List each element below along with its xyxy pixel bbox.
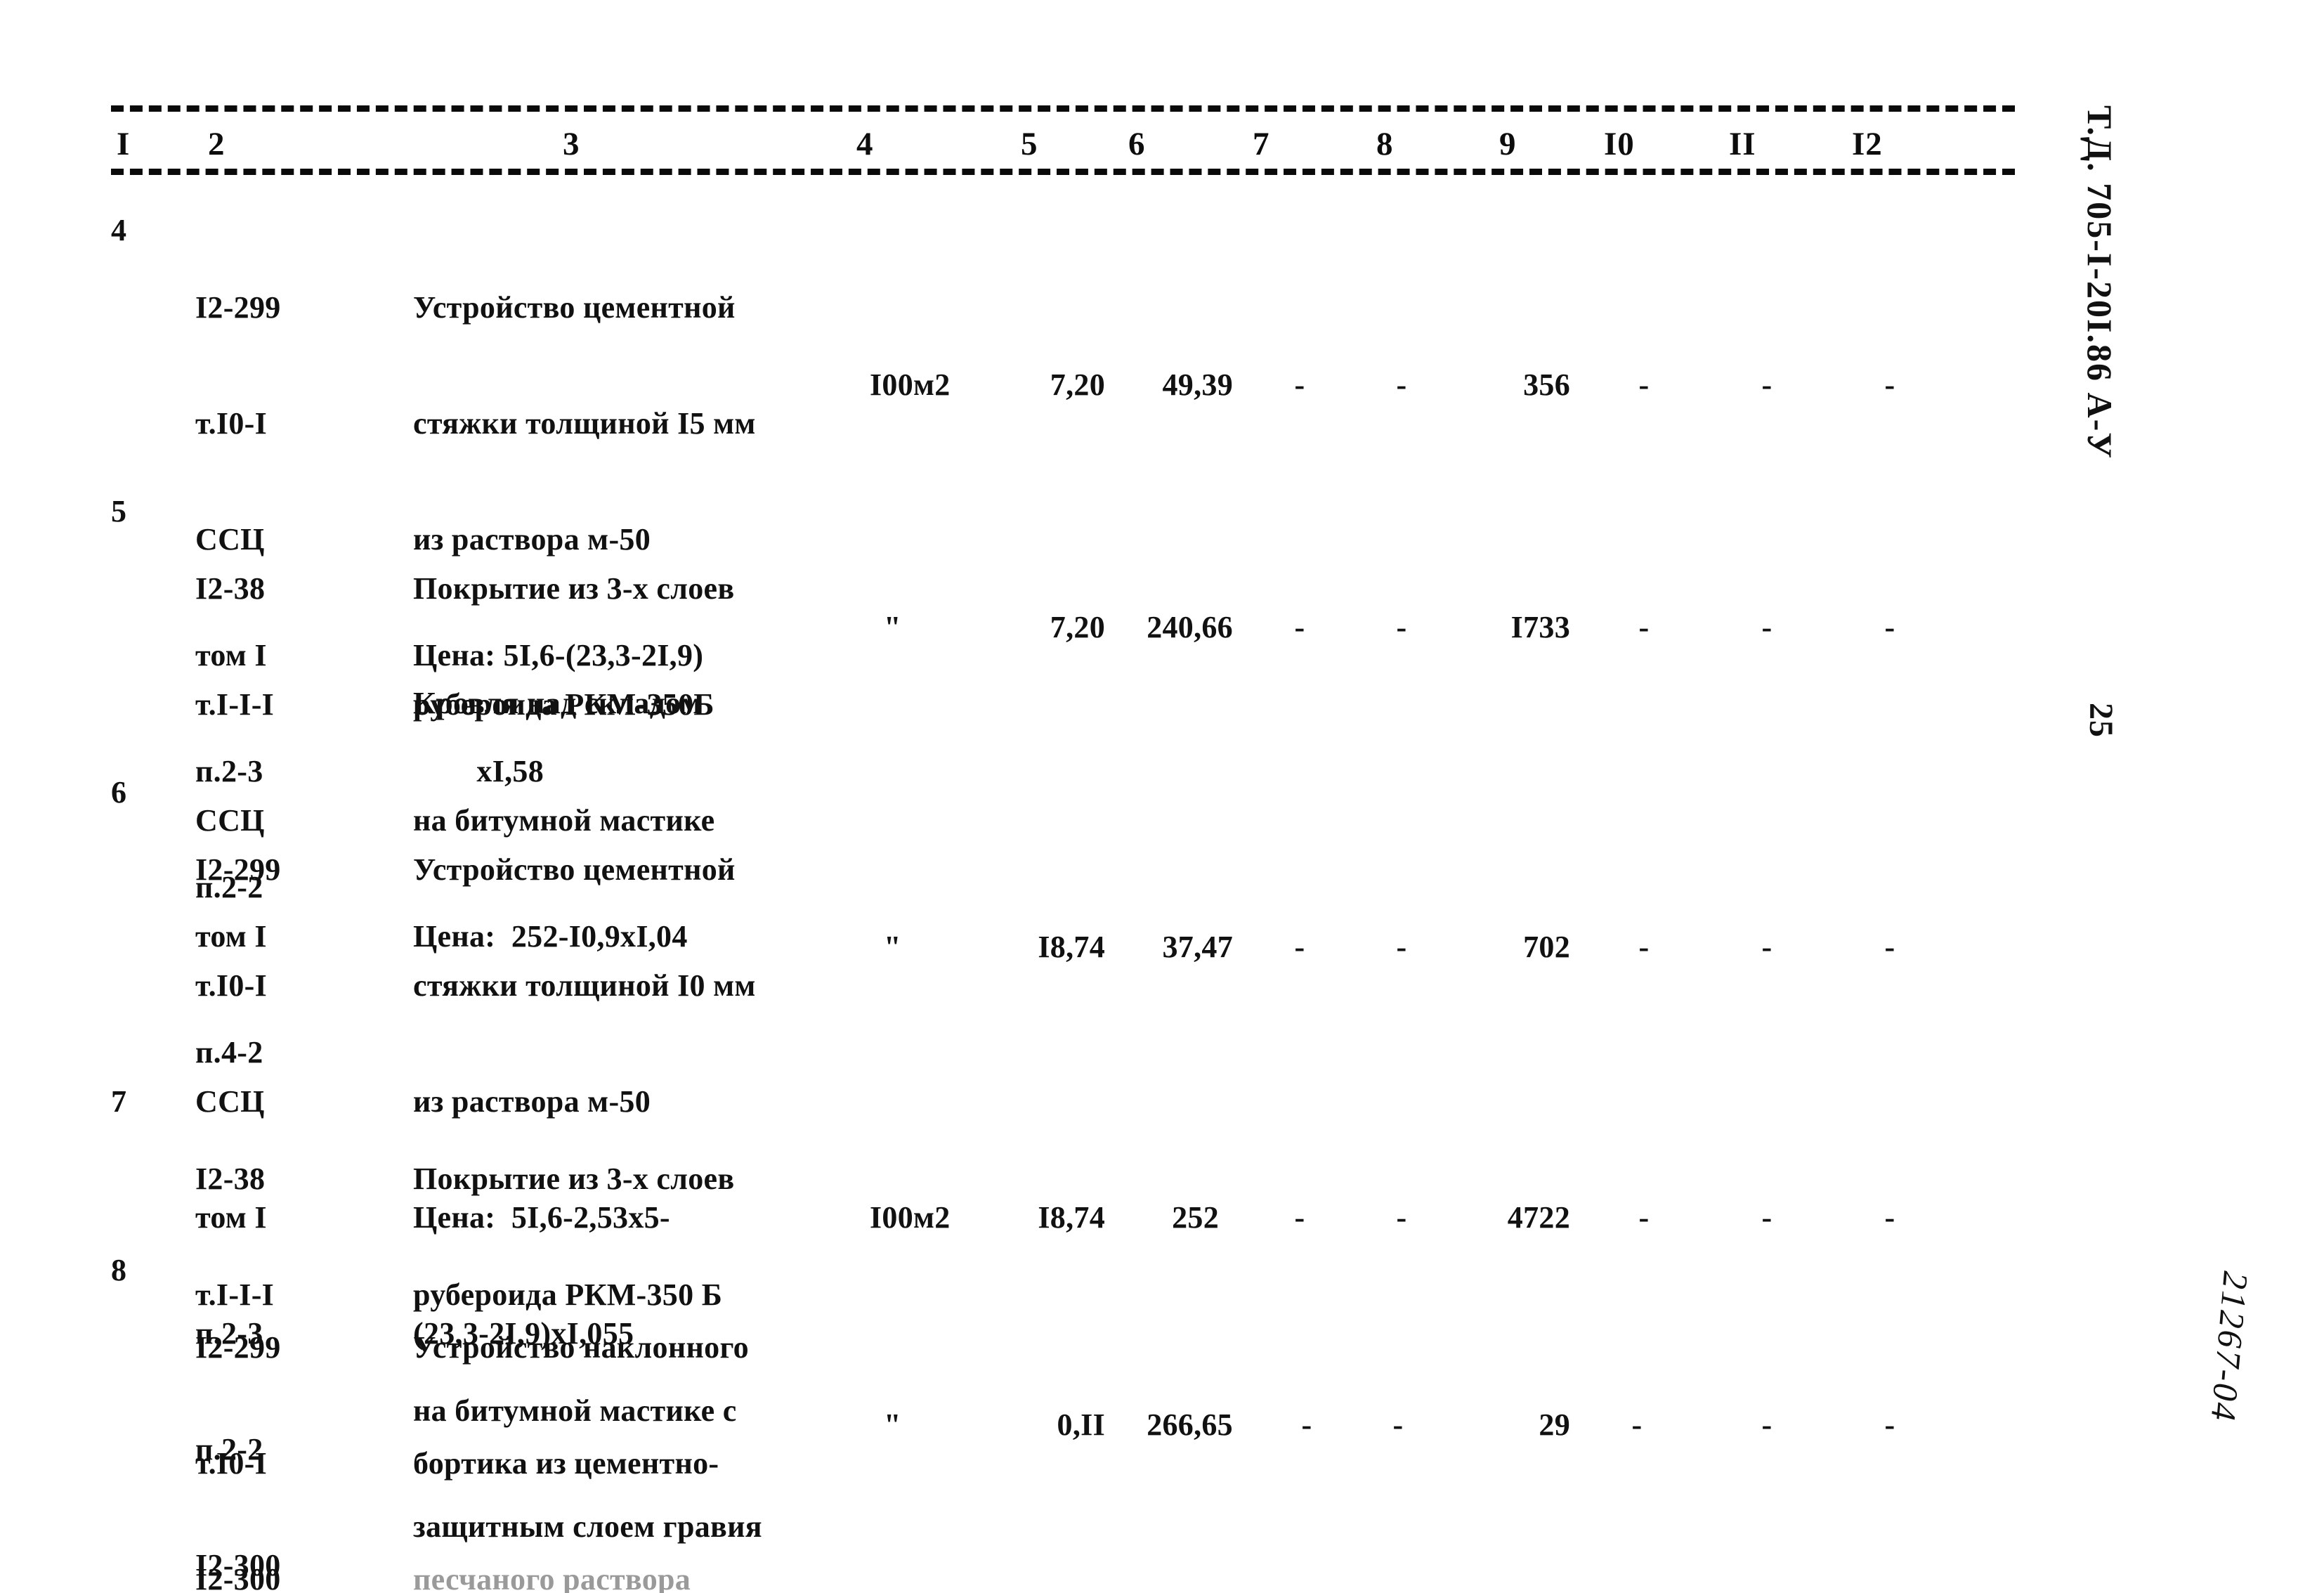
row-value-5: 7,20 bbox=[1050, 368, 1105, 402]
row-value-10: - bbox=[1631, 1407, 1643, 1442]
row-number: 7 bbox=[111, 1084, 127, 1119]
code-line: I2-38 bbox=[195, 1162, 266, 1196]
row-value-6: 37,47 bbox=[1162, 930, 1233, 964]
row-value-12: - bbox=[1884, 1407, 1895, 1442]
document-code: Т.Д. 705-I-20I.86 А-У bbox=[2080, 105, 2120, 460]
row-value-5: I8,74 bbox=[1038, 930, 1105, 964]
column-header-4: 4 bbox=[852, 128, 878, 161]
page-number: 25 bbox=[2082, 703, 2120, 738]
column-header-1: I bbox=[112, 128, 135, 161]
header-rule-bottom bbox=[111, 169, 2015, 175]
row-value-12: - bbox=[1884, 930, 1895, 964]
column-header-11: II bbox=[1725, 128, 1761, 161]
description-line: стяжки толщиной I0 мм bbox=[413, 968, 756, 1003]
code-line: т.I0-I bbox=[195, 968, 268, 1003]
description-line: Покрытие из 3-х слоев bbox=[413, 571, 735, 606]
row-number: 5 bbox=[111, 494, 127, 528]
row-value-8: - bbox=[1396, 368, 1407, 402]
handwritten-note: 21267-04 bbox=[2203, 1270, 2257, 1424]
row-value-12: - bbox=[1884, 610, 1895, 644]
code-line: т.I0-I bbox=[195, 406, 268, 441]
column-header-12: I2 bbox=[1848, 128, 1887, 161]
row-value-7: - bbox=[1294, 368, 1305, 402]
code-line: I2-299 bbox=[195, 1330, 281, 1365]
code-line: I2-299 bbox=[195, 290, 281, 325]
row-value-11: - bbox=[1761, 1200, 1773, 1235]
document-page: I 2 3 4 5 6 7 8 9 I0 II I2 4 I2-299 т.I0… bbox=[0, 0, 2324, 1593]
description-line: стяжки толщиной I5 мм bbox=[413, 406, 756, 441]
description-line: Устройство наклонного bbox=[413, 1330, 749, 1365]
code-line: т.I-I-I bbox=[195, 687, 275, 722]
row-value-5: 7,20 bbox=[1050, 610, 1105, 644]
row-value-7: - bbox=[1301, 1407, 1312, 1442]
row-value-9: 356 bbox=[1523, 368, 1570, 402]
row-number: 6 bbox=[111, 775, 127, 809]
row-value-11: - bbox=[1761, 610, 1773, 644]
code-line: т.I0-I bbox=[195, 1446, 268, 1481]
row-value-9: 702 bbox=[1523, 930, 1570, 964]
row-value-8: - bbox=[1396, 610, 1407, 644]
description-line: Устройство цементной bbox=[413, 852, 736, 887]
row-value-7: - bbox=[1294, 1200, 1305, 1235]
column-header-3: 3 bbox=[559, 128, 585, 161]
column-header-2: 2 bbox=[204, 128, 230, 161]
row-value-7: - bbox=[1294, 610, 1305, 644]
column-header-5: 5 bbox=[1017, 128, 1043, 161]
row-value-11: - bbox=[1761, 1407, 1773, 1442]
description-line: бортика из цементно- bbox=[413, 1446, 719, 1481]
row-value-12: - bbox=[1884, 1200, 1895, 1235]
column-header-10: I0 bbox=[1600, 128, 1639, 161]
row-value-10: - bbox=[1638, 930, 1650, 964]
row-value-11: - bbox=[1761, 930, 1773, 964]
row-number: 4 bbox=[111, 213, 127, 247]
row-value-8: - bbox=[1396, 930, 1407, 964]
column-header-7: 7 bbox=[1248, 128, 1274, 161]
row-value-8: - bbox=[1392, 1407, 1404, 1442]
code-line: I2-300 bbox=[195, 1562, 281, 1593]
column-header-6: 6 bbox=[1124, 128, 1150, 161]
row-value-9: 29 bbox=[1539, 1407, 1570, 1442]
code-line: I2-299 bbox=[195, 852, 281, 887]
row-value-5: 0,II bbox=[1057, 1407, 1105, 1442]
code-line: I2-38 bbox=[195, 571, 266, 606]
description-line: песчаного раствора bbox=[413, 1562, 691, 1593]
row-value-10: - bbox=[1638, 1200, 1650, 1235]
row-value-5: I8,74 bbox=[1038, 1200, 1105, 1235]
row-value-9: 4722 bbox=[1507, 1200, 1570, 1235]
row-number: 8 bbox=[111, 1253, 127, 1287]
row-value-8: - bbox=[1396, 1200, 1407, 1235]
row-description: Устройство наклонного бортика из цементн… bbox=[413, 1251, 905, 1593]
row-value-6: 252 bbox=[1172, 1200, 1219, 1235]
row-value-6: 240,66 bbox=[1147, 610, 1233, 644]
description-line: Устройство цементной bbox=[413, 290, 736, 325]
row-value-12: - bbox=[1884, 368, 1895, 402]
column-header-9: 9 bbox=[1495, 128, 1521, 161]
row-value-9: I733 bbox=[1510, 610, 1570, 644]
row-value-10: - bbox=[1638, 610, 1650, 644]
column-header-8: 8 bbox=[1372, 128, 1398, 161]
row-codes: I2-299 т.I0-I I2-300 т.I0-2 к-0,85 bbox=[195, 1251, 406, 1593]
row-value-7: - bbox=[1294, 930, 1305, 964]
row-value-6: 49,39 bbox=[1162, 368, 1233, 402]
row-value-6: 266,65 bbox=[1147, 1407, 1233, 1442]
header-rule-top bbox=[111, 105, 2015, 112]
description-line: Покрытие из 3-х слоев bbox=[413, 1162, 735, 1196]
row-value-11: - bbox=[1761, 368, 1773, 402]
row-value-10: - bbox=[1638, 368, 1650, 402]
section-title: Кровля над складом bbox=[413, 686, 702, 720]
